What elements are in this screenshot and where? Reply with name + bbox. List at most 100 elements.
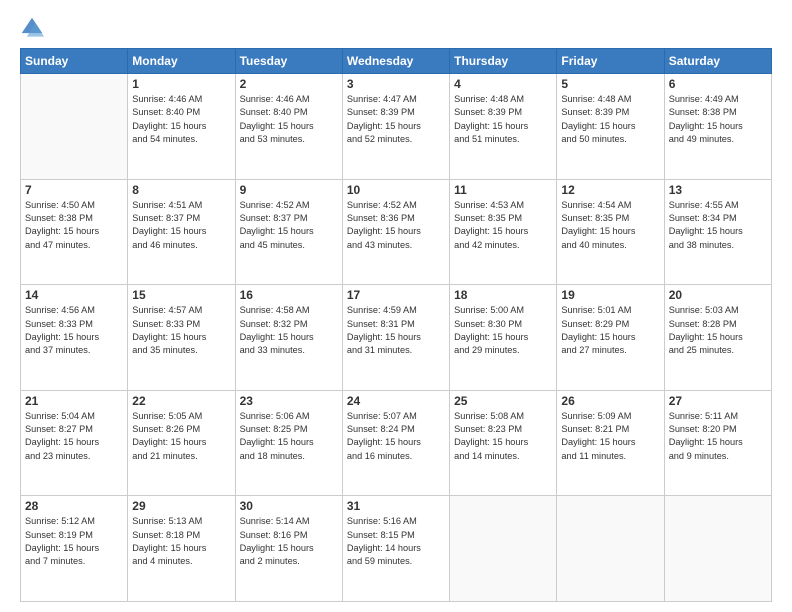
calendar-cell: 1 Sunrise: 4:46 AM Sunset: 8:40 PM Daylig… xyxy=(128,74,235,180)
day-number: 19 xyxy=(561,288,659,302)
calendar-cell: 20Sunrise: 5:03 AM Sunset: 8:28 PM Dayli… xyxy=(664,285,771,391)
calendar-cell: 14 Sunrise: 4:56 AM Sunset: 8:33 PM Dayli… xyxy=(21,285,128,391)
day-number: 2 xyxy=(240,77,338,91)
col-tuesday: Tuesday xyxy=(235,49,342,74)
calendar-header: Sunday Monday Tuesday Wednesday Thursday… xyxy=(21,49,772,74)
day-number: 8 xyxy=(132,183,230,197)
day-info: Sunrise: 4:46 AM Sunset: 8:40 PM Dayligh… xyxy=(240,93,338,146)
calendar-cell: 25 Sunrise: 5:08 AM Sunset: 8:23 PM Dayli… xyxy=(450,390,557,496)
day-info: Sunrise: 5:04 AM Sunset: 8:27 PM Dayligh… xyxy=(25,410,123,463)
col-friday: Friday xyxy=(557,49,664,74)
calendar-cell: 4Sunrise: 4:48 AM Sunset: 8:39 PM Daylig… xyxy=(450,74,557,180)
calendar-cell: 5Sunrise: 4:48 AM Sunset: 8:39 PM Daylig… xyxy=(557,74,664,180)
calendar-week-1: 1 Sunrise: 4:46 AM Sunset: 8:40 PM Daylig… xyxy=(21,74,772,180)
calendar-cell: 31Sunrise: 5:16 AM Sunset: 8:15 PM Dayli… xyxy=(342,496,449,602)
calendar-cell xyxy=(21,74,128,180)
calendar-cell: 7 Sunrise: 4:50 AM Sunset: 8:38 PM Daylig… xyxy=(21,179,128,285)
calendar-cell: 30 Sunrise: 5:14 AM Sunset: 8:16 PM Dayli… xyxy=(235,496,342,602)
day-info: Sunrise: 5:13 AM Sunset: 8:18 PM Dayligh… xyxy=(132,515,230,568)
day-info: Sunrise: 5:12 AM Sunset: 8:19 PM Dayligh… xyxy=(25,515,123,568)
day-number: 23 xyxy=(240,394,338,408)
calendar-cell: 23 Sunrise: 5:06 AM Sunset: 8:25 PM Dayli… xyxy=(235,390,342,496)
col-monday: Monday xyxy=(128,49,235,74)
day-info: Sunrise: 4:52 AM Sunset: 8:37 PM Dayligh… xyxy=(240,199,338,252)
calendar-cell: 18 Sunrise: 5:00 AM Sunset: 8:30 PM Dayli… xyxy=(450,285,557,391)
calendar-body: 1 Sunrise: 4:46 AM Sunset: 8:40 PM Daylig… xyxy=(21,74,772,602)
calendar-cell: 24 Sunrise: 5:07 AM Sunset: 8:24 PM Dayli… xyxy=(342,390,449,496)
calendar-week-5: 28 Sunrise: 5:12 AM Sunset: 8:19 PM Dayli… xyxy=(21,496,772,602)
day-info: Sunrise: 4:50 AM Sunset: 8:38 PM Dayligh… xyxy=(25,199,123,252)
calendar-cell: 17 Sunrise: 4:59 AM Sunset: 8:31 PM Dayli… xyxy=(342,285,449,391)
day-number: 5 xyxy=(561,77,659,91)
day-info: Sunrise: 4:52 AM Sunset: 8:36 PM Dayligh… xyxy=(347,199,445,252)
day-number: 21 xyxy=(25,394,123,408)
day-number: 27 xyxy=(669,394,767,408)
day-info: Sunrise: 5:08 AM Sunset: 8:23 PM Dayligh… xyxy=(454,410,552,463)
day-info: Sunrise: 4:51 AM Sunset: 8:37 PM Dayligh… xyxy=(132,199,230,252)
day-info: Sunrise: 4:48 AM Sunset: 8:39 PM Dayligh… xyxy=(454,93,552,146)
day-number: 18 xyxy=(454,288,552,302)
day-info: Sunrise: 4:57 AM Sunset: 8:33 PM Dayligh… xyxy=(132,304,230,357)
logo xyxy=(20,16,48,40)
calendar-cell: 26 Sunrise: 5:09 AM Sunset: 8:21 PM Dayli… xyxy=(557,390,664,496)
calendar-cell: 16Sunrise: 4:58 AM Sunset: 8:32 PM Dayli… xyxy=(235,285,342,391)
calendar-cell: 10Sunrise: 4:52 AM Sunset: 8:36 PM Dayli… xyxy=(342,179,449,285)
col-saturday: Saturday xyxy=(664,49,771,74)
day-number: 3 xyxy=(347,77,445,91)
calendar-cell xyxy=(557,496,664,602)
day-number: 12 xyxy=(561,183,659,197)
day-number: 28 xyxy=(25,499,123,513)
day-number: 11 xyxy=(454,183,552,197)
day-number: 25 xyxy=(454,394,552,408)
calendar-week-4: 21 Sunrise: 5:04 AM Sunset: 8:27 PM Dayli… xyxy=(21,390,772,496)
calendar-cell: 28 Sunrise: 5:12 AM Sunset: 8:19 PM Dayli… xyxy=(21,496,128,602)
day-info: Sunrise: 5:05 AM Sunset: 8:26 PM Dayligh… xyxy=(132,410,230,463)
calendar-cell: 22 Sunrise: 5:05 AM Sunset: 8:26 PM Dayli… xyxy=(128,390,235,496)
calendar-cell: 19Sunrise: 5:01 AM Sunset: 8:29 PM Dayli… xyxy=(557,285,664,391)
day-info: Sunrise: 5:14 AM Sunset: 8:16 PM Dayligh… xyxy=(240,515,338,568)
day-info: Sunrise: 5:07 AM Sunset: 8:24 PM Dayligh… xyxy=(347,410,445,463)
calendar-cell: 3 Sunrise: 4:47 AM Sunset: 8:39 PM Daylig… xyxy=(342,74,449,180)
day-number: 9 xyxy=(240,183,338,197)
day-info: Sunrise: 5:00 AM Sunset: 8:30 PM Dayligh… xyxy=(454,304,552,357)
day-number: 15 xyxy=(132,288,230,302)
calendar-cell: 8 Sunrise: 4:51 AM Sunset: 8:37 PM Daylig… xyxy=(128,179,235,285)
day-number: 7 xyxy=(25,183,123,197)
day-number: 30 xyxy=(240,499,338,513)
day-info: Sunrise: 5:09 AM Sunset: 8:21 PM Dayligh… xyxy=(561,410,659,463)
calendar-cell: 27 Sunrise: 5:11 AM Sunset: 8:20 PM Dayli… xyxy=(664,390,771,496)
page: Sunday Monday Tuesday Wednesday Thursday… xyxy=(0,0,792,612)
day-info: Sunrise: 5:03 AM Sunset: 8:28 PM Dayligh… xyxy=(669,304,767,357)
day-info: Sunrise: 4:59 AM Sunset: 8:31 PM Dayligh… xyxy=(347,304,445,357)
day-number: 26 xyxy=(561,394,659,408)
calendar-cell: 21 Sunrise: 5:04 AM Sunset: 8:27 PM Dayli… xyxy=(21,390,128,496)
calendar-cell xyxy=(450,496,557,602)
calendar-cell: 2 Sunrise: 4:46 AM Sunset: 8:40 PM Daylig… xyxy=(235,74,342,180)
day-number: 24 xyxy=(347,394,445,408)
day-info: Sunrise: 4:47 AM Sunset: 8:39 PM Dayligh… xyxy=(347,93,445,146)
header-row: Sunday Monday Tuesday Wednesday Thursday… xyxy=(21,49,772,74)
calendar-week-2: 7 Sunrise: 4:50 AM Sunset: 8:38 PM Daylig… xyxy=(21,179,772,285)
day-info: Sunrise: 4:54 AM Sunset: 8:35 PM Dayligh… xyxy=(561,199,659,252)
calendar-cell: 29Sunrise: 5:13 AM Sunset: 8:18 PM Dayli… xyxy=(128,496,235,602)
day-info: Sunrise: 4:49 AM Sunset: 8:38 PM Dayligh… xyxy=(669,93,767,146)
day-info: Sunrise: 5:11 AM Sunset: 8:20 PM Dayligh… xyxy=(669,410,767,463)
day-number: 14 xyxy=(25,288,123,302)
day-number: 17 xyxy=(347,288,445,302)
header xyxy=(20,16,772,40)
calendar-cell: 12 Sunrise: 4:54 AM Sunset: 8:35 PM Dayli… xyxy=(557,179,664,285)
col-wednesday: Wednesday xyxy=(342,49,449,74)
day-info: Sunrise: 4:46 AM Sunset: 8:40 PM Dayligh… xyxy=(132,93,230,146)
day-info: Sunrise: 5:16 AM Sunset: 8:15 PM Dayligh… xyxy=(347,515,445,568)
calendar-cell xyxy=(664,496,771,602)
calendar-week-3: 14 Sunrise: 4:56 AM Sunset: 8:33 PM Dayli… xyxy=(21,285,772,391)
calendar-cell: 9 Sunrise: 4:52 AM Sunset: 8:37 PM Daylig… xyxy=(235,179,342,285)
calendar-cell: 13 Sunrise: 4:55 AM Sunset: 8:34 PM Dayli… xyxy=(664,179,771,285)
day-info: Sunrise: 4:55 AM Sunset: 8:34 PM Dayligh… xyxy=(669,199,767,252)
day-info: Sunrise: 5:06 AM Sunset: 8:25 PM Dayligh… xyxy=(240,410,338,463)
day-number: 22 xyxy=(132,394,230,408)
col-sunday: Sunday xyxy=(21,49,128,74)
day-info: Sunrise: 4:56 AM Sunset: 8:33 PM Dayligh… xyxy=(25,304,123,357)
day-number: 1 xyxy=(132,77,230,91)
day-number: 13 xyxy=(669,183,767,197)
